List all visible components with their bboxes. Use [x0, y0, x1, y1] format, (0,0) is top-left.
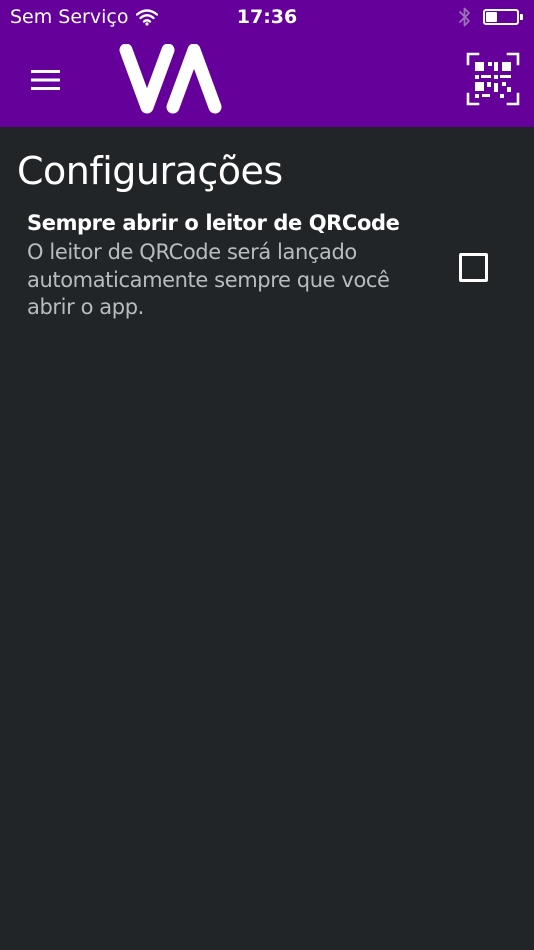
- setting-row-auto-open-qr[interactable]: Sempre abrir o leitor de QRCode O leitor…: [0, 211, 534, 331]
- qr-code-scan-icon[interactable]: [466, 52, 520, 106]
- settings-screen: Configurações Sempre abrir o leitor de Q…: [0, 127, 534, 950]
- auto-open-qr-checkbox[interactable]: [459, 253, 488, 282]
- battery-icon: [483, 9, 523, 25]
- page-title: Configurações: [17, 149, 283, 193]
- setting-description: O leitor de QRCode será lançado automati…: [27, 240, 390, 319]
- battery-level-fill: [486, 12, 497, 22]
- status-bar: Sem Serviço 17:36: [0, 0, 534, 36]
- bluetooth-icon: [459, 7, 470, 27]
- app-header: Sem Serviço 17:36: [0, 0, 534, 127]
- clock: 17:36: [236, 6, 298, 28]
- hamburger-menu-icon[interactable]: [28, 66, 64, 94]
- app-logo: [118, 43, 230, 116]
- setting-title: Sempre abrir o leitor de QRCode: [27, 211, 400, 235]
